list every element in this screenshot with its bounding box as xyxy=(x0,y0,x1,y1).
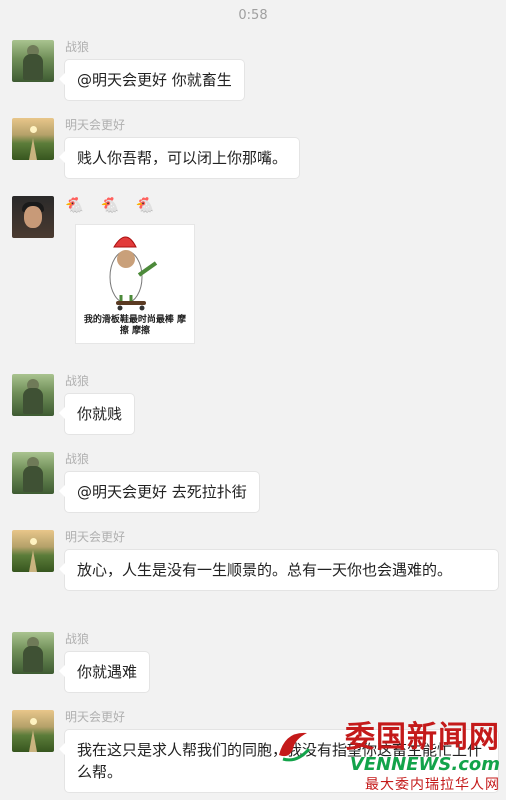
message-bubble[interactable]: 贱人你吾帮，可以闭上你那嘴。 xyxy=(58,138,300,178)
message-item: 明天会更好 贱人你吾帮，可以闭上你那嘴。 xyxy=(12,118,498,182)
message-bubble[interactable]: 放心，人生是没有一生顺景的。总有一天你也会遇难的。 xyxy=(59,550,498,590)
chicken-emoji-icon: 🐔 🐔 🐔 xyxy=(65,196,161,214)
avatar[interactable] xyxy=(12,530,54,572)
sender-name: 明天会更好 xyxy=(65,530,126,544)
message-bubble[interactable]: @明天会更好 去死拉扑街 xyxy=(59,472,259,512)
message-bubble[interactable]: 你就遇难 xyxy=(58,652,150,692)
avatar[interactable] xyxy=(12,452,54,494)
message-item: 战狼 你就贱 xyxy=(12,374,498,438)
skateboard-chicken-icon xyxy=(109,236,158,311)
avatar[interactable] xyxy=(12,374,54,416)
sticker-image[interactable]: 我的滑板鞋最时尚最棒 摩擦 摩擦 xyxy=(75,224,195,344)
sender-name: 明天会更好 xyxy=(65,118,126,132)
watermark-english: VENNEWS.com xyxy=(349,754,500,775)
watermark-subtitle: 最大委内瑞拉华人网 xyxy=(365,777,500,793)
message-bubble[interactable]: 你就贱 xyxy=(58,394,135,434)
message-item: 战狼 @明天会更好 去死拉扑街 xyxy=(12,452,498,516)
sender-name: 战狼 xyxy=(65,452,90,466)
message-item: 明天会更好 放心，人生是没有一生顺景的。总有一天你也会遇难的。 xyxy=(12,530,498,622)
timestamp: 0:58 xyxy=(238,8,268,23)
avatar[interactable] xyxy=(12,40,54,82)
watermark-title: 委国新闻网 xyxy=(345,720,500,755)
sender-name: 明天会更好 xyxy=(65,710,126,724)
news-logo-icon xyxy=(279,732,311,762)
watermark: 委国新闻网 VENNEWS.com 最大委内瑞拉华人网 xyxy=(270,721,500,796)
avatar[interactable] xyxy=(12,710,54,752)
avatar[interactable] xyxy=(12,118,54,160)
sender-name: 战狼 xyxy=(65,40,90,54)
sender-name: 战狼 xyxy=(65,632,90,646)
avatar[interactable] xyxy=(12,632,54,674)
avatar[interactable] xyxy=(12,196,54,238)
message-bubble[interactable]: @明天会更好 你就畜生 xyxy=(59,60,244,100)
sticker-caption: 我的滑板鞋最时尚最棒 摩擦 摩擦 xyxy=(83,315,187,336)
message-item: 战狼 你就遇难 xyxy=(12,632,498,696)
message-item: 战狼 @明天会更好 你就畜生 xyxy=(12,40,498,104)
message-item: 🐔 🐔 🐔 我的滑板鞋最时尚最棒 摩擦 摩擦 xyxy=(12,196,498,351)
sender-name: 战狼 xyxy=(65,374,90,388)
